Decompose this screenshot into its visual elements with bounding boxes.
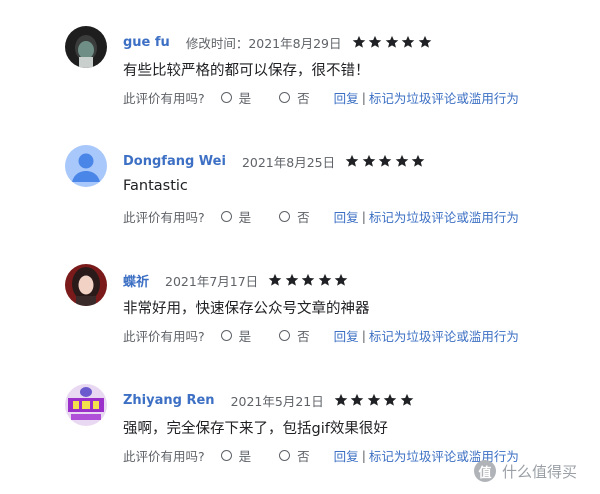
user-photo-icon [65, 264, 107, 306]
review-date: 2021年8月25日 [241, 154, 336, 170]
star-icon [411, 154, 425, 167]
star-icon [318, 273, 331, 286]
helpful-yes-option[interactable]: 是 [220, 326, 252, 345]
report-abuse-link[interactable]: 标记为垃圾评论或滥用行为 [369, 207, 519, 226]
helpful-question: 此评价有用吗? [123, 209, 205, 225]
avatar[interactable] [65, 384, 107, 426]
helpful-no-option[interactable]: 否 [279, 326, 310, 345]
star-icon [367, 393, 381, 406]
star-icon [345, 154, 359, 167]
radio-button[interactable] [220, 91, 232, 103]
radio-button[interactable] [279, 449, 291, 461]
link-separator: | [361, 447, 366, 463]
report-abuse-link[interactable]: 标记为垃圾评论或滥用行为 [369, 88, 519, 107]
helpful-row: 此评价有用吗? 是 否 回复 | 标记为垃圾评论或滥用行为 [123, 88, 519, 106]
review-author[interactable]: gue fu [123, 35, 170, 50]
review-text: Fantastic [123, 178, 188, 194]
default-person-icon [65, 145, 107, 187]
star-icon [285, 273, 298, 286]
radio-button[interactable] [220, 329, 232, 341]
user-photo-icon [65, 384, 107, 426]
site-watermark: 值 什么值得买 [474, 460, 577, 482]
no-label: 否 [297, 448, 310, 464]
star-rating [345, 154, 428, 168]
no-label: 否 [297, 90, 310, 106]
helpful-no-option[interactable]: 否 [279, 207, 310, 226]
review-item: Dongfang Wei 2021年8月25日 Fantastic 此评价有用吗… [0, 145, 600, 255]
star-icon [350, 393, 364, 406]
star-icon [334, 273, 348, 286]
helpful-question: 此评价有用吗? [123, 448, 205, 464]
helpful-no-option[interactable]: 否 [279, 88, 310, 107]
helpful-question: 此评价有用吗? [123, 90, 205, 106]
watermark-text: 什么值得买 [502, 462, 578, 481]
helpful-row: 此评价有用吗? 是 否 回复 | 标记为垃圾评论或滥用行为 [123, 326, 519, 344]
star-icon [418, 35, 431, 48]
star-icon [362, 154, 375, 167]
no-label: 否 [297, 209, 310, 225]
reply-link[interactable]: 回复 [334, 88, 359, 107]
report-abuse-link[interactable]: 标记为垃圾评论或滥用行为 [369, 326, 519, 345]
radio-button[interactable] [279, 91, 291, 103]
no-label: 否 [297, 328, 310, 344]
star-icon [395, 154, 408, 167]
review-author[interactable]: Dongfang Wei [123, 154, 226, 169]
radio-button[interactable] [279, 210, 291, 222]
link-separator: | [361, 327, 366, 343]
avatar[interactable] [65, 264, 107, 306]
link-separator: | [361, 208, 366, 224]
star-icon [401, 35, 415, 48]
review-item: gue fu 修改时间：2021年8月29日 有些比较严格的都可以保存，很不错！… [0, 26, 600, 136]
reply-link[interactable]: 回复 [334, 446, 359, 465]
avatar[interactable] [65, 145, 107, 187]
star-icon [268, 273, 282, 286]
radio-button[interactable] [220, 210, 232, 222]
star-icon [334, 393, 348, 406]
star-icon [301, 273, 315, 286]
yes-label: 是 [238, 90, 252, 106]
star-icon [368, 35, 382, 48]
helpful-yes-option[interactable]: 是 [220, 88, 252, 107]
star-icon [385, 35, 398, 48]
yes-label: 是 [238, 448, 252, 464]
star-rating [352, 35, 435, 49]
reply-link[interactable]: 回复 [334, 207, 359, 226]
review-author[interactable]: 蝶祈 [123, 271, 149, 290]
avatar[interactable] [65, 26, 107, 68]
yes-label: 是 [238, 328, 252, 344]
yes-label: 是 [238, 209, 252, 225]
helpful-no-option[interactable]: 否 [279, 446, 310, 465]
helpful-question: 此评价有用吗? [123, 328, 205, 344]
review-date: 2021年7月17日 [165, 273, 259, 289]
star-rating [334, 393, 417, 407]
star-icon [378, 154, 392, 167]
helpful-row: 此评价有用吗? 是 否 回复 | 标记为垃圾评论或滥用行为 [123, 207, 519, 225]
review-date: 修改时间：2021年8月29日 [185, 35, 342, 51]
radio-button[interactable] [279, 329, 291, 341]
review-text: 非常好用，快速保存公众号文章的神器 [123, 301, 370, 317]
link-separator: | [361, 89, 366, 105]
star-icon [383, 393, 397, 406]
review-author[interactable]: Zhiyang Ren [123, 393, 215, 408]
watermark-logo-icon: 值 [474, 460, 496, 482]
review-text: 有些比较严格的都可以保存，很不错！ [123, 63, 370, 79]
star-rating [268, 273, 351, 287]
helpful-row: 此评价有用吗? 是 否 回复 | 标记为垃圾评论或滥用行为 [123, 446, 519, 464]
helpful-yes-option[interactable]: 是 [220, 446, 252, 465]
review-item: 蝶祈 2021年7月17日 非常好用，快速保存公众号文章的神器 此评价有用吗? … [0, 264, 600, 374]
review-text: 强啊，完全保存下来了，包括gif效果很好 [123, 421, 388, 437]
star-icon [352, 35, 365, 48]
helpful-yes-option[interactable]: 是 [220, 207, 252, 226]
user-photo-icon [65, 26, 107, 68]
star-icon [400, 393, 414, 406]
review-date: 2021年5月21日 [230, 393, 324, 409]
reply-link[interactable]: 回复 [334, 326, 359, 345]
radio-button[interactable] [220, 449, 232, 461]
